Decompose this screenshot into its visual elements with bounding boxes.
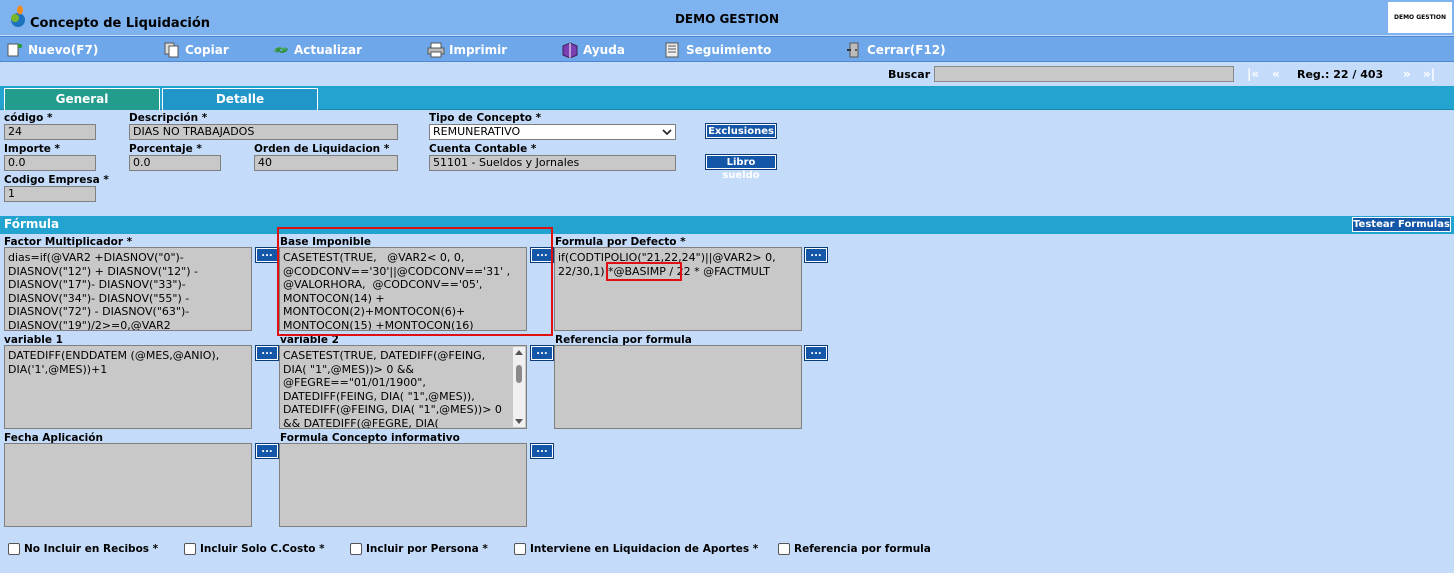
search-bar: Buscar |« « Reg.: 22 / 403 » »| [0,63,1454,85]
seguimiento-button[interactable]: Seguimiento [664,41,771,59]
chevron-down-icon [662,129,672,136]
imprimir-label: Imprimir [449,43,508,57]
basimp-highlight [606,262,682,281]
tipo-concepto-value: REMUNERATIVO [433,125,521,138]
libro-sueldo-button[interactable]: Libro sueldo [705,154,777,181]
tipo-concepto-label: Tipo de Concepto * [429,112,542,124]
descripcion-label: Descripción * [129,112,208,124]
tab-detalle[interactable]: Detalle [162,88,318,110]
checkbox-box[interactable] [350,543,362,555]
variable1-edit-button[interactable]: ... [255,345,279,361]
variable2-scrollbar[interactable] [513,347,525,427]
informativo-textarea[interactable] [279,443,527,527]
prev-record-button[interactable]: « [1272,67,1280,81]
empresa-field[interactable]: 1 [4,186,96,202]
interviene-aportes-checkbox[interactable]: Interviene en Liquidacion de Aportes * [514,543,758,555]
checkbox-box[interactable] [514,543,526,555]
tab-bar: General Detalle [0,86,1454,110]
variable1-textarea[interactable]: DATEDIFF(ENDDATEM (@MES,@ANIO), DIA('1',… [4,345,252,429]
defecto-edit-button[interactable]: ... [804,247,828,263]
no-incluir-recibos-label: No Incluir en Recibos * [24,543,159,555]
porcentaje-label: Porcentaje * [129,143,202,155]
scroll-thumb[interactable] [516,365,522,383]
incluir-por-persona-label: Incluir por Persona * [366,543,488,555]
brand-logo: DEMO GESTION [1388,2,1452,33]
importe-field[interactable]: 0.0 [4,155,96,171]
orden-field[interactable]: 40 [254,155,398,171]
variable2-value: CASETEST(TRUE, DATEDIFF(@FEING, DIA( "1"… [283,349,506,429]
ayuda-button[interactable]: Ayuda [561,41,625,59]
toolbar: Nuevo(F7) Copiar Actualizar Imprimir Ayu… [0,36,1454,62]
actualizar-button[interactable]: Actualizar [272,41,362,59]
company-name: DEMO GESTION [674,12,780,26]
next-record-button[interactable]: » [1403,67,1411,81]
actualizar-label: Actualizar [294,43,363,57]
empresa-label: Codigo Empresa * [4,174,109,186]
formula-section-bar: Fórmula Testear Formulas [0,216,1454,234]
referencia-formula-label: Referencia por formula [794,543,931,555]
cerrar-button[interactable]: Cerrar(F12) [845,41,946,59]
fecha-edit-button[interactable]: ... [255,443,279,459]
cerrar-label: Cerrar(F12) [867,43,946,57]
print-icon [427,42,445,58]
nuevo-label: Nuevo(F7) [28,43,99,57]
tab-general[interactable]: General [4,88,160,110]
fecha-textarea[interactable] [4,443,252,527]
help-book-icon [562,42,578,58]
first-record-button[interactable]: |« [1247,67,1259,81]
incluir-solo-ccosto-checkbox[interactable]: Incluir Solo C.Costo * [184,543,325,555]
refresh-icon [274,47,288,53]
scroll-up-icon[interactable] [515,350,523,355]
descripcion-field[interactable]: DIAS NO TRABAJADOS [129,124,398,140]
copiar-label: Copiar [185,43,229,57]
referencia-textarea[interactable] [554,345,802,429]
porcentaje-field[interactable]: 0.0 [129,155,221,171]
factor-edit-button[interactable]: ... [255,247,279,263]
informativo-edit-button[interactable]: ... [530,443,554,459]
base-imponible-highlight [277,227,553,336]
interviene-aportes-label: Interviene en Liquidacion de Aportes * [530,543,759,555]
exclusiones-button[interactable]: Exclusiones [705,123,777,139]
incluir-solo-ccosto-label: Incluir Solo C.Costo * [200,543,325,555]
codigo-label: código * [4,112,53,124]
copy-icon [164,42,179,58]
no-incluir-recibos-checkbox[interactable]: No Incluir en Recibos * [8,543,158,555]
variable2-textarea[interactable]: CASETEST(TRUE, DATEDIFF(@FEING, DIA( "1"… [279,345,527,429]
imprimir-button[interactable]: Imprimir [427,41,507,59]
orden-label: Orden de Liquidacion * [254,143,390,155]
tracking-icon [665,42,679,58]
copiar-button[interactable]: Copiar [163,41,229,59]
checkbox-box[interactable] [8,543,20,555]
formula-section-title: Fórmula [4,217,60,231]
cuenta-label: Cuenta Contable * [429,143,537,155]
title-bar: Concepto de Liquidación DEMO GESTION DEM… [0,0,1454,35]
ayuda-label: Ayuda [583,43,625,57]
scroll-down-icon[interactable] [515,419,523,424]
referencia-edit-button[interactable]: ... [804,345,828,361]
defecto-post: 22 * @FACTMULT [673,264,771,278]
checkbox-box[interactable] [778,543,790,555]
testear-formulas-button[interactable]: Testear Formulas [1352,217,1451,232]
tipo-concepto-select[interactable]: REMUNERATIVO [429,124,676,140]
variable2-edit-button[interactable]: ... [530,345,554,361]
new-icon [7,43,22,57]
search-label: Buscar [888,68,931,81]
defecto-pre: 22/30,1) [558,264,608,278]
seguimiento-label: Seguimiento [686,43,772,57]
close-door-icon [847,42,859,58]
codigo-field[interactable]: 24 [4,124,96,140]
checkbox-box[interactable] [184,543,196,555]
incluir-por-persona-checkbox[interactable]: Incluir por Persona * [350,543,488,555]
referencia-formula-checkbox[interactable]: Referencia por formula [778,543,931,555]
cuenta-field[interactable]: 51101 - Sueldos y Jornales [429,155,676,171]
importe-label: Importe * [4,143,61,155]
record-counter: Reg.: 22 / 403 [1297,68,1384,81]
defecto-textarea[interactable]: if(CODTIPOLIO("21,22,24")||@VAR2> 0, 22/… [554,247,802,331]
factor-textarea[interactable]: dias=if(@VAR2 +DIASNOV("0")-DIASNOV("12"… [4,247,252,331]
search-input[interactable] [934,66,1234,82]
nuevo-button[interactable]: Nuevo(F7) [6,41,98,59]
last-record-button[interactable]: »| [1423,67,1435,81]
